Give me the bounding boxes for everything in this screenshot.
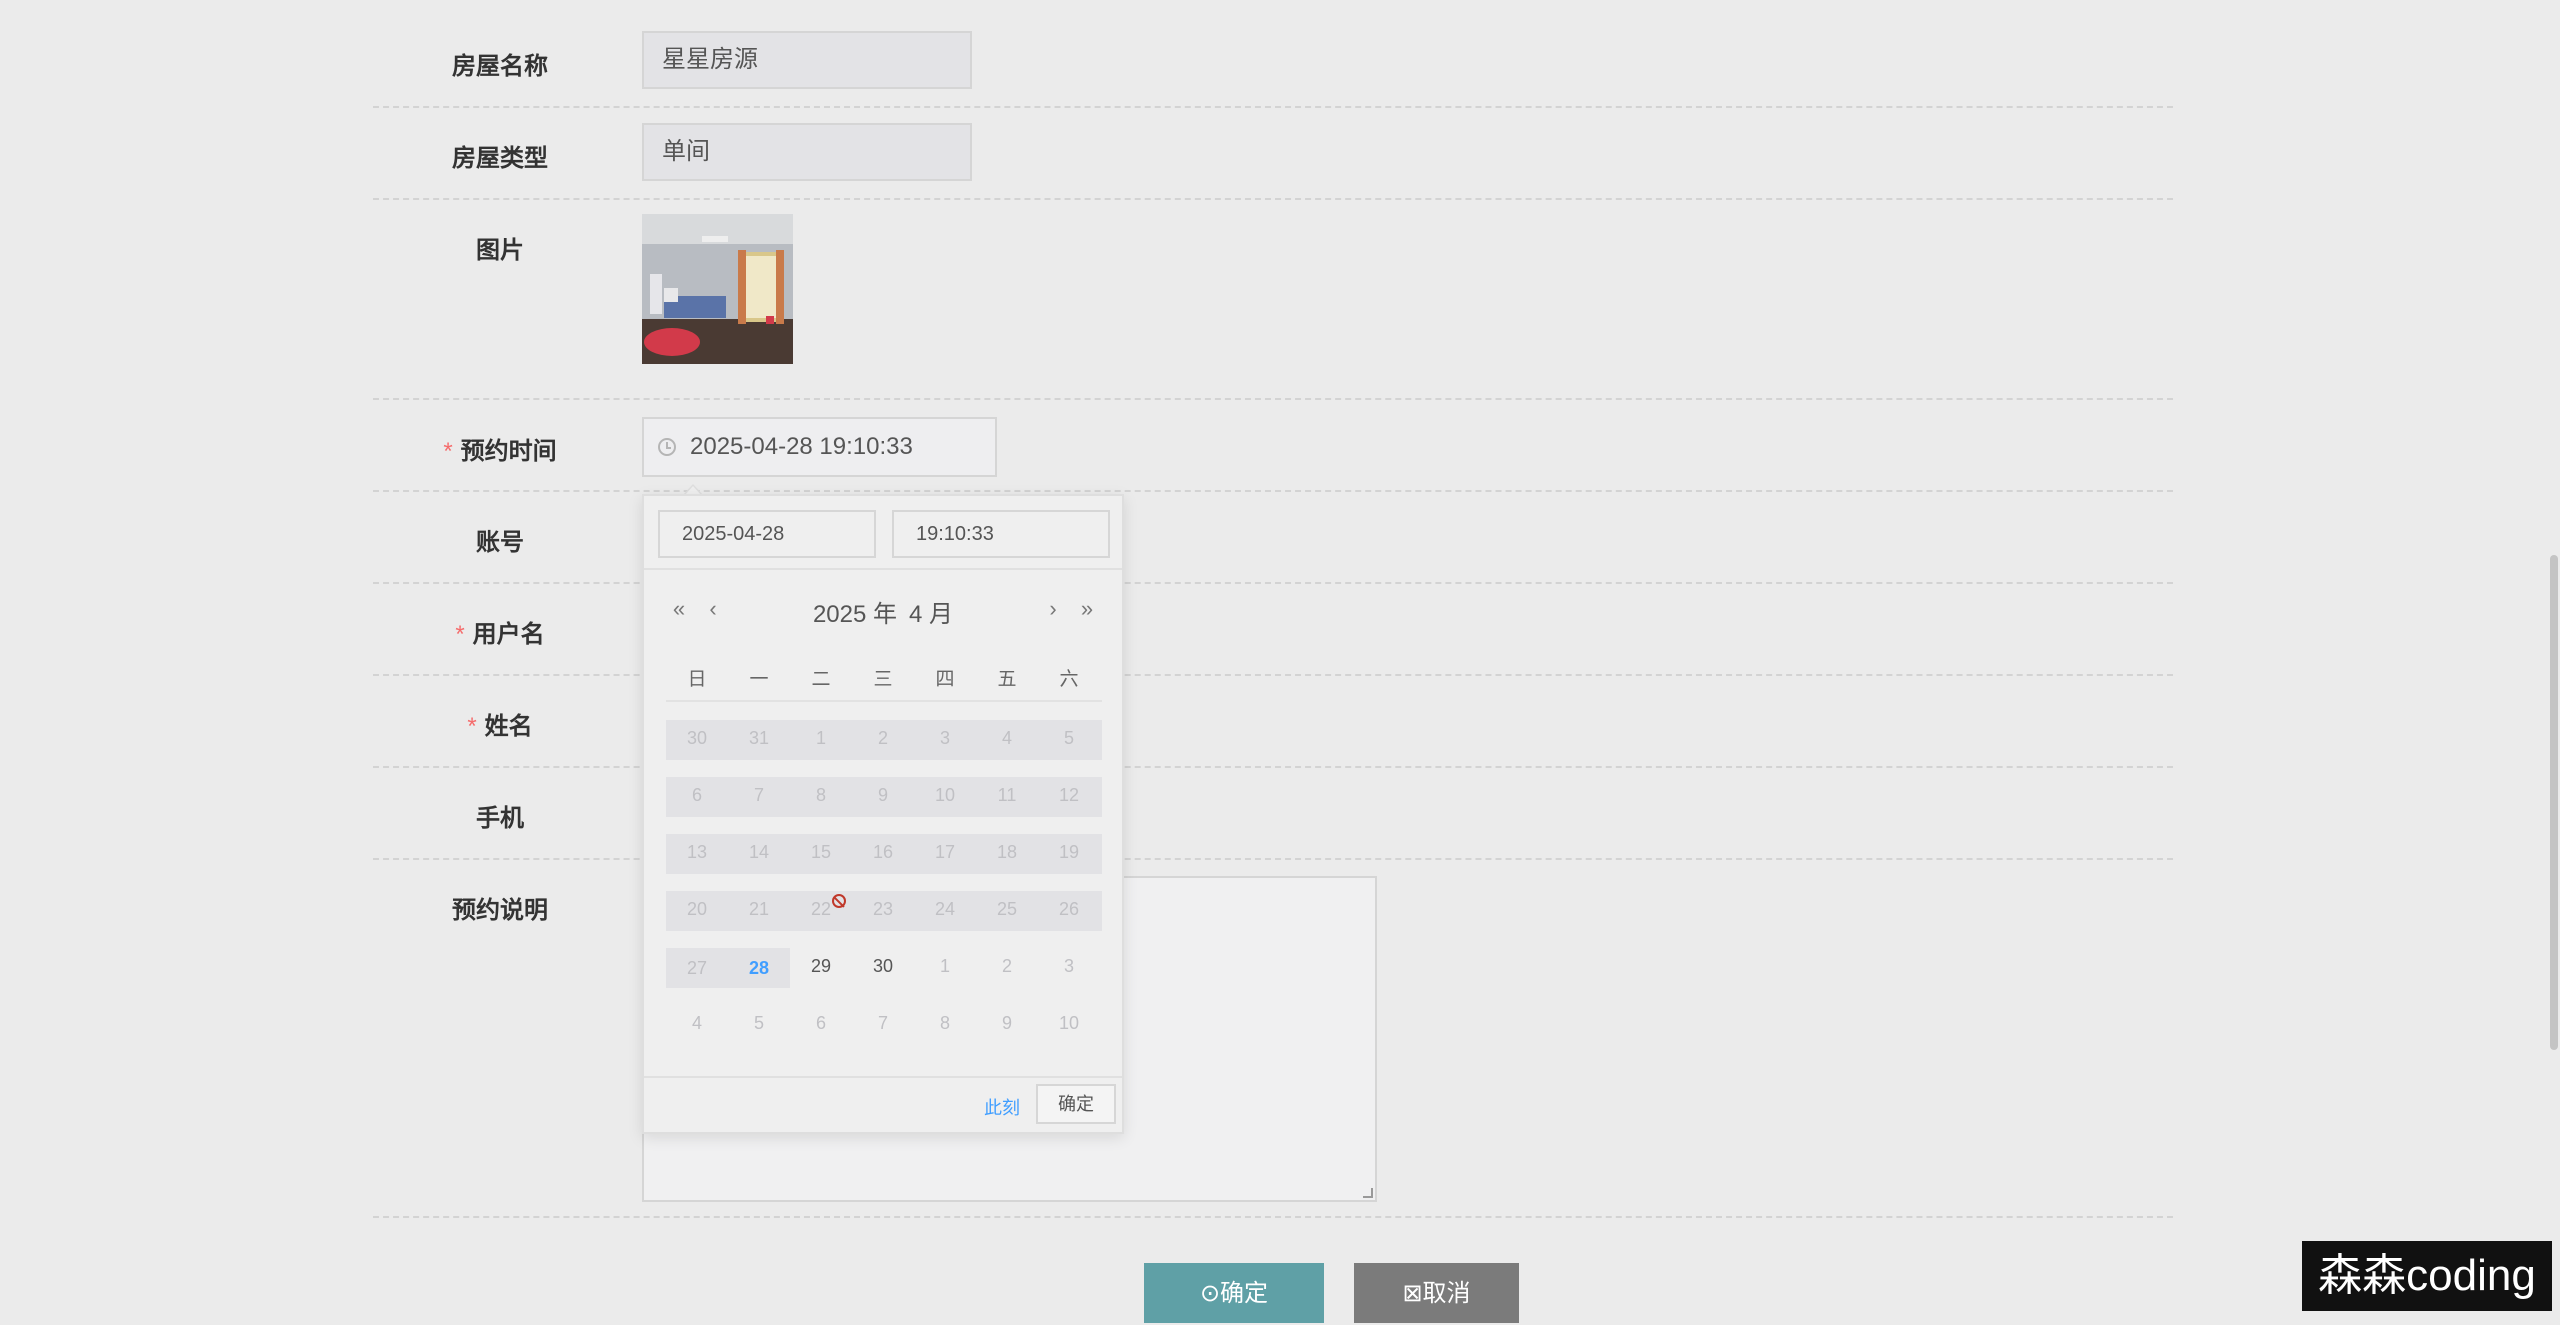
calendar-day[interactable]: 2 <box>976 956 1038 977</box>
weekday-label: 一 <box>749 669 769 690</box>
booking-time-label: * 预约时间 <box>373 431 627 466</box>
calendar-month-label[interactable]: 4 月 <box>909 601 953 628</box>
watermark: 森森coding <box>2302 1241 2552 1311</box>
weekday-label: 三 <box>873 669 893 690</box>
booking-time-label-text: 预约时间 <box>460 438 557 465</box>
calendar-year-label[interactable]: 2025 年 <box>813 601 897 628</box>
next-month-button[interactable]: › <box>1040 596 1066 622</box>
calendar-day[interactable]: 25 <box>976 899 1038 920</box>
calendar-day[interactable]: 17 <box>914 842 976 863</box>
calendar-day[interactable]: 31 <box>728 728 790 749</box>
check-circle-icon: ⊙ <box>1199 1280 1221 1307</box>
calendar-day[interactable]: 4 <box>976 728 1038 749</box>
calendar-day[interactable]: 3 <box>1038 956 1100 977</box>
calendar-day[interactable]: 26 <box>1038 899 1100 920</box>
calendar-day[interactable]: 18 <box>976 842 1038 863</box>
confirm-button[interactable]: ⊙确定 <box>1144 1263 1324 1323</box>
calendar-day[interactable]: 10 <box>1038 1013 1100 1034</box>
picker-confirm-button[interactable]: 确定 <box>1036 1084 1116 1124</box>
calendar-day[interactable]: 7 <box>728 785 790 806</box>
confirm-button-label: 确定 <box>1220 1280 1269 1307</box>
close-square-icon: ⊠ <box>1402 1280 1423 1307</box>
fullname-label: * 姓名 <box>373 706 627 741</box>
image-label: 图片 <box>476 237 524 264</box>
calendar-day[interactable]: 6 <box>666 785 728 806</box>
calendar-day[interactable]: 5 <box>728 1013 790 1034</box>
required-mark: * <box>467 713 477 740</box>
house-name-field[interactable]: 星星房源 <box>642 31 972 89</box>
calendar-day[interactable]: 1 <box>790 728 852 749</box>
datetime-picker: 2025-04-28 19:10:33 « ‹ 2025 年4 月 › » 日 … <box>642 494 1124 1134</box>
page-scrollbar[interactable] <box>2550 555 2558 1050</box>
not-allowed-cursor-icon <box>832 894 846 908</box>
next-year-button[interactable]: » <box>1074 596 1100 622</box>
calendar-day[interactable]: 3 <box>914 728 976 749</box>
picker-time-input[interactable]: 19:10:33 <box>892 510 1110 558</box>
calendar-day[interactable]: 4 <box>666 1013 728 1034</box>
calendar-day[interactable]: 12 <box>1038 785 1100 806</box>
picker-footer-divider <box>644 1076 1122 1078</box>
required-mark: * <box>455 621 465 648</box>
calendar-day[interactable]: 16 <box>852 842 914 863</box>
calendar-day[interactable]: 7 <box>852 1013 914 1034</box>
booking-time-input[interactable]: 2025-04-28 19:10:33 <box>642 417 997 477</box>
calendar-day[interactable]: 19 <box>1038 842 1100 863</box>
calendar-day[interactable]: 23 <box>852 899 914 920</box>
calendar-week-row: 20 21 22 23 24 25 26 <box>666 881 1102 938</box>
calendar-week-row: 4 5 6 7 8 9 10 <box>666 995 1102 1052</box>
calendar-week-row: 27 28 29 30 1 2 3 <box>666 938 1102 995</box>
house-type-field[interactable]: 单间 <box>642 123 972 181</box>
calendar-day[interactable]: 27 <box>666 948 728 988</box>
booking-time-value: 2025-04-28 19:10:33 <box>690 433 913 460</box>
weekday-label: 日 <box>687 669 707 690</box>
weekday-label: 四 <box>935 669 955 690</box>
calendar-day[interactable]: 11 <box>976 785 1038 806</box>
calendar-day[interactable]: 2 <box>852 728 914 749</box>
calendar-grid: 日 一 二 三 四 五 六 30 31 1 2 3 4 5 6 7 8 9 10… <box>666 652 1102 1052</box>
calendar-week-row: 13 14 15 16 17 18 19 <box>666 824 1102 881</box>
calendar-day[interactable]: 5 <box>1038 728 1100 749</box>
calendar-day[interactable]: 24 <box>914 899 976 920</box>
house-name-label: 房屋名称 <box>452 53 548 80</box>
calendar-day[interactable]: 15 <box>790 842 852 863</box>
house-type-label: 房屋类型 <box>452 145 548 172</box>
weekday-header-row: 日 一 二 三 四 五 六 <box>666 652 1102 702</box>
calendar-day[interactable]: 1 <box>914 956 976 977</box>
booking-note-label: 预约说明 <box>452 897 548 924</box>
calendar-day-today[interactable]: 28 <box>728 948 790 988</box>
calendar-day[interactable]: 6 <box>790 1013 852 1034</box>
room-photo <box>642 214 793 364</box>
cancel-button[interactable]: ⊠取消 <box>1354 1263 1519 1323</box>
calendar-week-row: 6 7 8 9 10 11 12 <box>666 767 1102 824</box>
calendar-day[interactable]: 10 <box>914 785 976 806</box>
calendar-day[interactable]: 8 <box>914 1013 976 1034</box>
calendar-week-row: 30 31 1 2 3 4 5 <box>666 710 1102 767</box>
clock-icon <box>658 438 676 456</box>
now-button[interactable]: 此刻 <box>984 1094 1020 1120</box>
calendar-day[interactable]: 21 <box>728 899 790 920</box>
username-label: * 用户名 <box>373 614 627 649</box>
picker-divider <box>644 568 1122 570</box>
username-label-text: 用户名 <box>472 621 545 648</box>
calendar-day[interactable]: 8 <box>790 785 852 806</box>
fullname-label-text: 姓名 <box>484 713 533 740</box>
calendar-day[interactable]: 13 <box>666 842 728 863</box>
account-label: 账号 <box>476 529 524 556</box>
calendar-day[interactable]: 9 <box>852 785 914 806</box>
calendar-day[interactable]: 20 <box>666 899 728 920</box>
calendar-day[interactable]: 9 <box>976 1013 1038 1034</box>
picker-date-input[interactable]: 2025-04-28 <box>658 510 876 558</box>
cancel-button-label: 取消 <box>1422 1280 1471 1307</box>
calendar-day[interactable]: 30 <box>666 728 728 749</box>
weekday-label: 六 <box>1059 669 1079 690</box>
phone-label: 手机 <box>476 805 524 832</box>
calendar-day[interactable]: 29 <box>790 956 852 977</box>
calendar-day[interactable]: 14 <box>728 842 790 863</box>
required-mark: * <box>443 438 453 465</box>
weekday-label: 五 <box>997 669 1017 690</box>
calendar-day[interactable]: 30 <box>852 956 914 977</box>
weekday-label: 二 <box>811 669 831 690</box>
